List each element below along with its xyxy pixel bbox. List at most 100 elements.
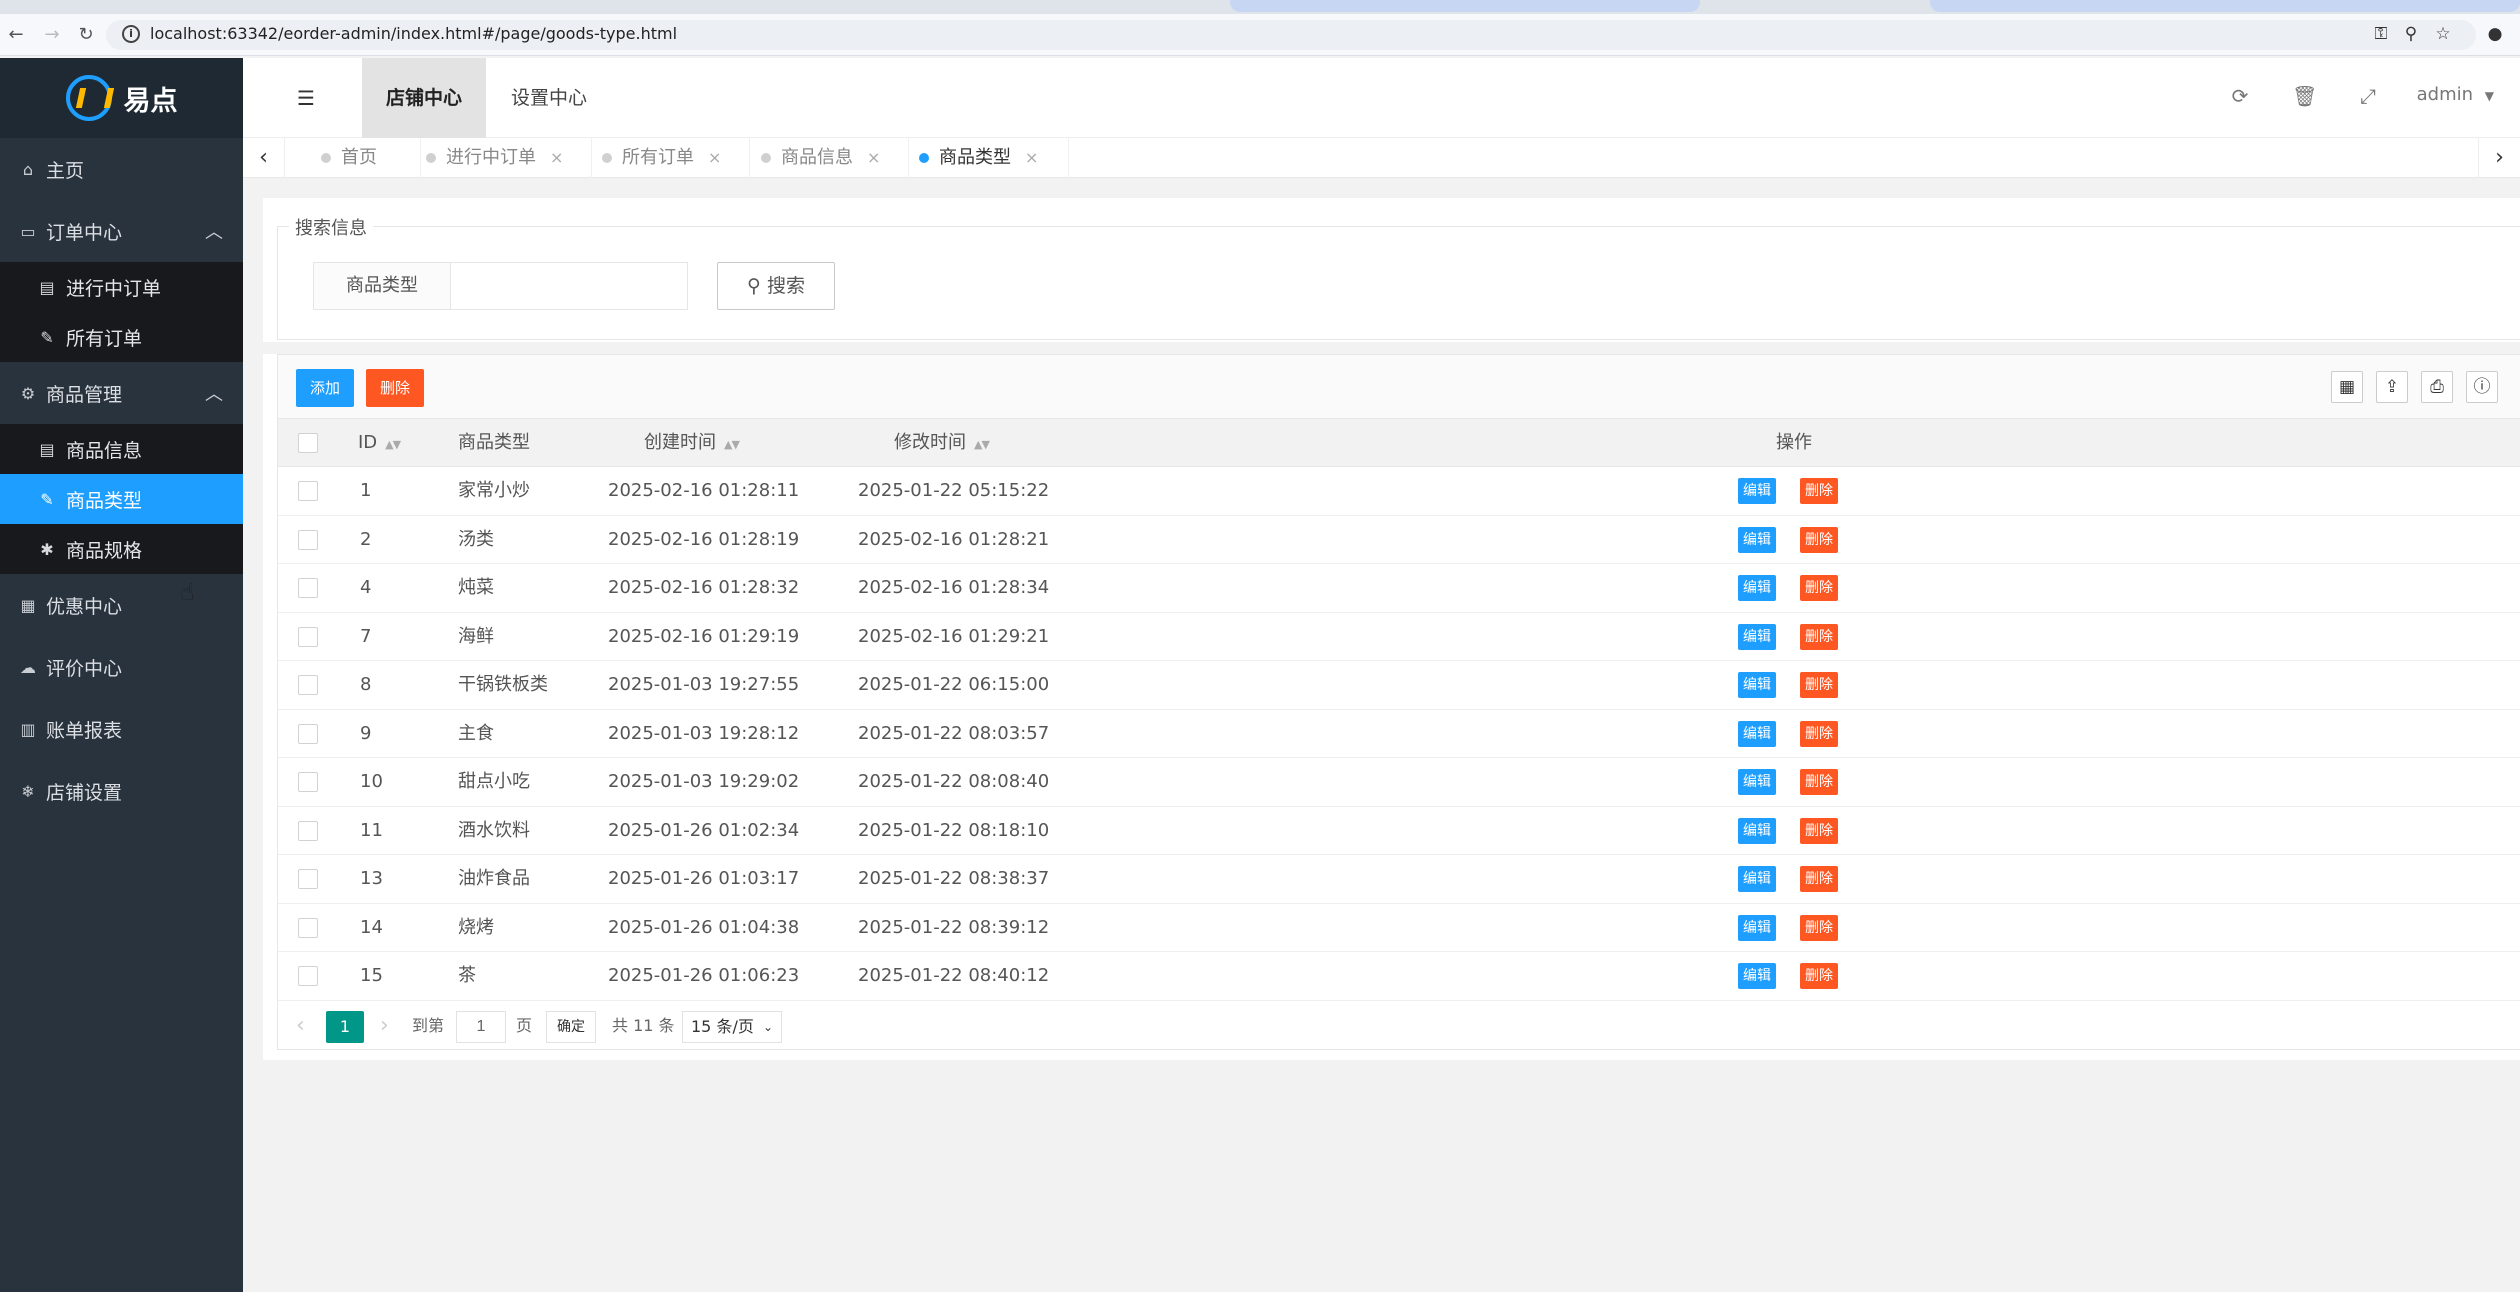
delete-button[interactable]: 删除 [1800, 526, 1838, 553]
reload-icon[interactable]: ↻ [74, 23, 98, 47]
row-checkbox[interactable] [298, 772, 318, 792]
delete-button[interactable]: 删除 [1800, 914, 1838, 941]
goto-page-input[interactable] [456, 1011, 506, 1043]
row-checkbox[interactable] [298, 917, 318, 938]
edit-button[interactable]: 编辑 [1738, 963, 1776, 989]
sidebar-item-all-orders[interactable]: ✎ 所有订单 [0, 312, 243, 362]
sidebar-item-goods-spec[interactable]: ✱ 商品规格 [0, 524, 243, 574]
delete-button[interactable]: 删除 [1800, 963, 1838, 989]
sidebar-item-goods-manage[interactable]: ⚙ 商品管理 ︿ [0, 362, 243, 424]
th-created[interactable]: 创建时间 ▲▼ [644, 419, 740, 469]
delete-button[interactable]: 删除 [1800, 769, 1838, 795]
page-current[interactable]: 1 [326, 1011, 364, 1043]
row-checkbox[interactable] [298, 578, 318, 598]
zoom-icon[interactable]: ⚲ [2400, 24, 2422, 44]
forward-icon[interactable]: → [40, 23, 64, 47]
delete-button[interactable]: 删除 [1800, 478, 1838, 504]
row-checkbox[interactable] [298, 675, 318, 695]
delete-button[interactable]: 删除 [1800, 817, 1838, 844]
info-icon[interactable]: ⓘ [2466, 371, 2498, 403]
edit-button[interactable]: 编辑 [1738, 575, 1776, 601]
edit-button[interactable]: 编辑 [1738, 866, 1776, 892]
close-icon[interactable]: × [708, 148, 721, 167]
row-checkbox[interactable] [298, 626, 318, 647]
delete-button[interactable]: 删除 [1800, 720, 1838, 747]
tab-store-center[interactable]: 店铺中心 [362, 58, 487, 138]
table-row[interactable]: 2 汤类 2025-02-16 01:28:19 2025-02-16 01:28:2… [278, 516, 2520, 564]
sidebar-item-goods-info[interactable]: ▤ 商品信息 [0, 424, 243, 474]
delete-button[interactable]: 删除 [1800, 866, 1838, 892]
menu-fold-icon[interactable]: ☰ [297, 86, 319, 110]
table-row[interactable]: 10 甜点小吃 2025-01-03 19:29:02 2025-01-22 08:0… [278, 758, 2520, 807]
columns-icon[interactable]: ▦ [2331, 371, 2363, 403]
tabs-left-icon[interactable]: ‹ [243, 138, 285, 178]
site-info-icon[interactable]: i [122, 25, 140, 43]
table-row[interactable]: 15 茶 2025-01-26 01:06:23 2025-01-22 08:40:1… [278, 952, 2520, 1001]
sidebar-item-discount-center[interactable]: ▦ 优惠中心 [0, 574, 243, 636]
refresh-icon[interactable]: ⟳ [2228, 84, 2252, 108]
table-row[interactable]: 4 炖菜 2025-02-16 01:28:32 2025-02-16 01:28:3… [278, 564, 2520, 613]
sidebar-item-review-center[interactable]: ☁ 评价中心 [0, 636, 243, 698]
page-tab-all-orders[interactable]: 所有订单 × [602, 138, 750, 178]
page-tab-goods-type[interactable]: 商品类型 × [919, 138, 1069, 178]
page-tab-home[interactable]: 首页 [321, 138, 421, 178]
close-icon[interactable]: × [867, 148, 880, 167]
close-icon[interactable]: × [1025, 148, 1038, 167]
row-checkbox[interactable] [298, 820, 318, 841]
select-all-checkbox[interactable] [298, 433, 318, 453]
edit-button[interactable]: 编辑 [1738, 623, 1776, 650]
goto-confirm-button[interactable]: 确定 [546, 1011, 596, 1043]
table-row[interactable]: 9 主食 2025-01-03 19:28:12 2025-01-22 08:03:5… [278, 710, 2520, 758]
profile-icon[interactable]: ● [2484, 24, 2506, 44]
goods-type-input[interactable] [450, 262, 688, 310]
sort-icon[interactable]: ▲▼ [724, 438, 740, 451]
sidebar-item-ongoing-orders[interactable]: ▤ 进行中订单 [0, 262, 243, 312]
edit-button[interactable]: 编辑 [1738, 672, 1776, 698]
delete-button[interactable]: 删除 [1800, 623, 1838, 650]
delete-button[interactable]: 删除 [1800, 575, 1838, 601]
row-checkbox[interactable] [298, 869, 318, 889]
table-row[interactable]: 14 烧烤 2025-01-26 01:04:38 2025-01-22 08:39:… [278, 904, 2520, 952]
close-icon[interactable]: × [550, 148, 563, 167]
batch-delete-button[interactable]: 删除 [366, 369, 425, 407]
add-button[interactable]: 添加 [296, 369, 355, 407]
tab-settings-center[interactable]: 设置中心 [487, 58, 611, 138]
sidebar-item-order-center[interactable]: ▭ 订单中心 ︿ [0, 200, 243, 262]
export-icon[interactable]: ⇪ [2376, 371, 2408, 403]
url-text[interactable]: localhost:63342/eorder-admin/index.html#… [150, 24, 677, 43]
delete-button[interactable]: 删除 [1800, 672, 1838, 698]
back-icon[interactable]: ← [4, 23, 28, 47]
row-checkbox[interactable] [298, 481, 318, 501]
fullscreen-icon[interactable]: ⤢ [2356, 84, 2380, 108]
sidebar-item-store-settings[interactable]: ❄ 店铺设置 [0, 760, 243, 822]
table-row[interactable]: 1 家常小炒 2025-02-16 01:28:11 2025-01-22 05:15… [278, 467, 2520, 516]
user-menu[interactable]: admin ▼ [2417, 84, 2494, 105]
row-checkbox[interactable] [298, 966, 318, 986]
edit-button[interactable]: 编辑 [1738, 526, 1776, 553]
th-id[interactable]: ID ▲▼ [358, 419, 401, 469]
table-row[interactable]: 7 海鲜 2025-02-16 01:29:19 2025-02-16 01:29:2… [278, 613, 2520, 661]
sidebar-item-goods-type[interactable]: ✎ 商品类型 [0, 474, 243, 524]
next-page-icon[interactable]: › [380, 1011, 389, 1043]
key-icon[interactable]: ⚿ [2370, 24, 2392, 44]
trash-icon[interactable]: 🗑 [2292, 84, 2317, 108]
edit-button[interactable]: 编辑 [1738, 769, 1776, 795]
edit-button[interactable]: 编辑 [1738, 817, 1776, 844]
row-checkbox[interactable] [298, 529, 318, 550]
prev-page-icon[interactable]: ‹ [296, 1011, 305, 1043]
page-tab-goods-info[interactable]: 商品信息 × [761, 138, 909, 178]
table-row[interactable]: 11 酒水饮料 2025-01-26 01:02:34 2025-01-22 08:1… [278, 807, 2520, 855]
th-modified[interactable]: 修改时间 ▲▼ [894, 419, 990, 469]
sidebar-item-home[interactable]: ⌂ 主页 [0, 138, 243, 200]
sort-icon[interactable]: ▲▼ [974, 438, 990, 451]
tabs-right-icon[interactable]: › [2478, 138, 2520, 178]
print-icon[interactable]: ⎙ [2421, 371, 2453, 403]
page-tab-ongoing-orders[interactable]: 进行中订单 × [426, 138, 592, 178]
sidebar-item-bill-report[interactable]: ▥ 账单报表 [0, 698, 243, 760]
row-checkbox[interactable] [298, 723, 318, 744]
page-size-select[interactable]: 15 条/页 ⌄ [682, 1011, 782, 1043]
table-row[interactable]: 8 干锅铁板类 2025-01-03 19:27:55 2025-01-22 06:1… [278, 661, 2520, 710]
edit-button[interactable]: 编辑 [1738, 478, 1776, 504]
bookmark-star-icon[interactable]: ☆ [2432, 24, 2454, 44]
table-row[interactable]: 13 油炸食品 2025-01-26 01:03:17 2025-01-22 08:3… [278, 855, 2520, 904]
